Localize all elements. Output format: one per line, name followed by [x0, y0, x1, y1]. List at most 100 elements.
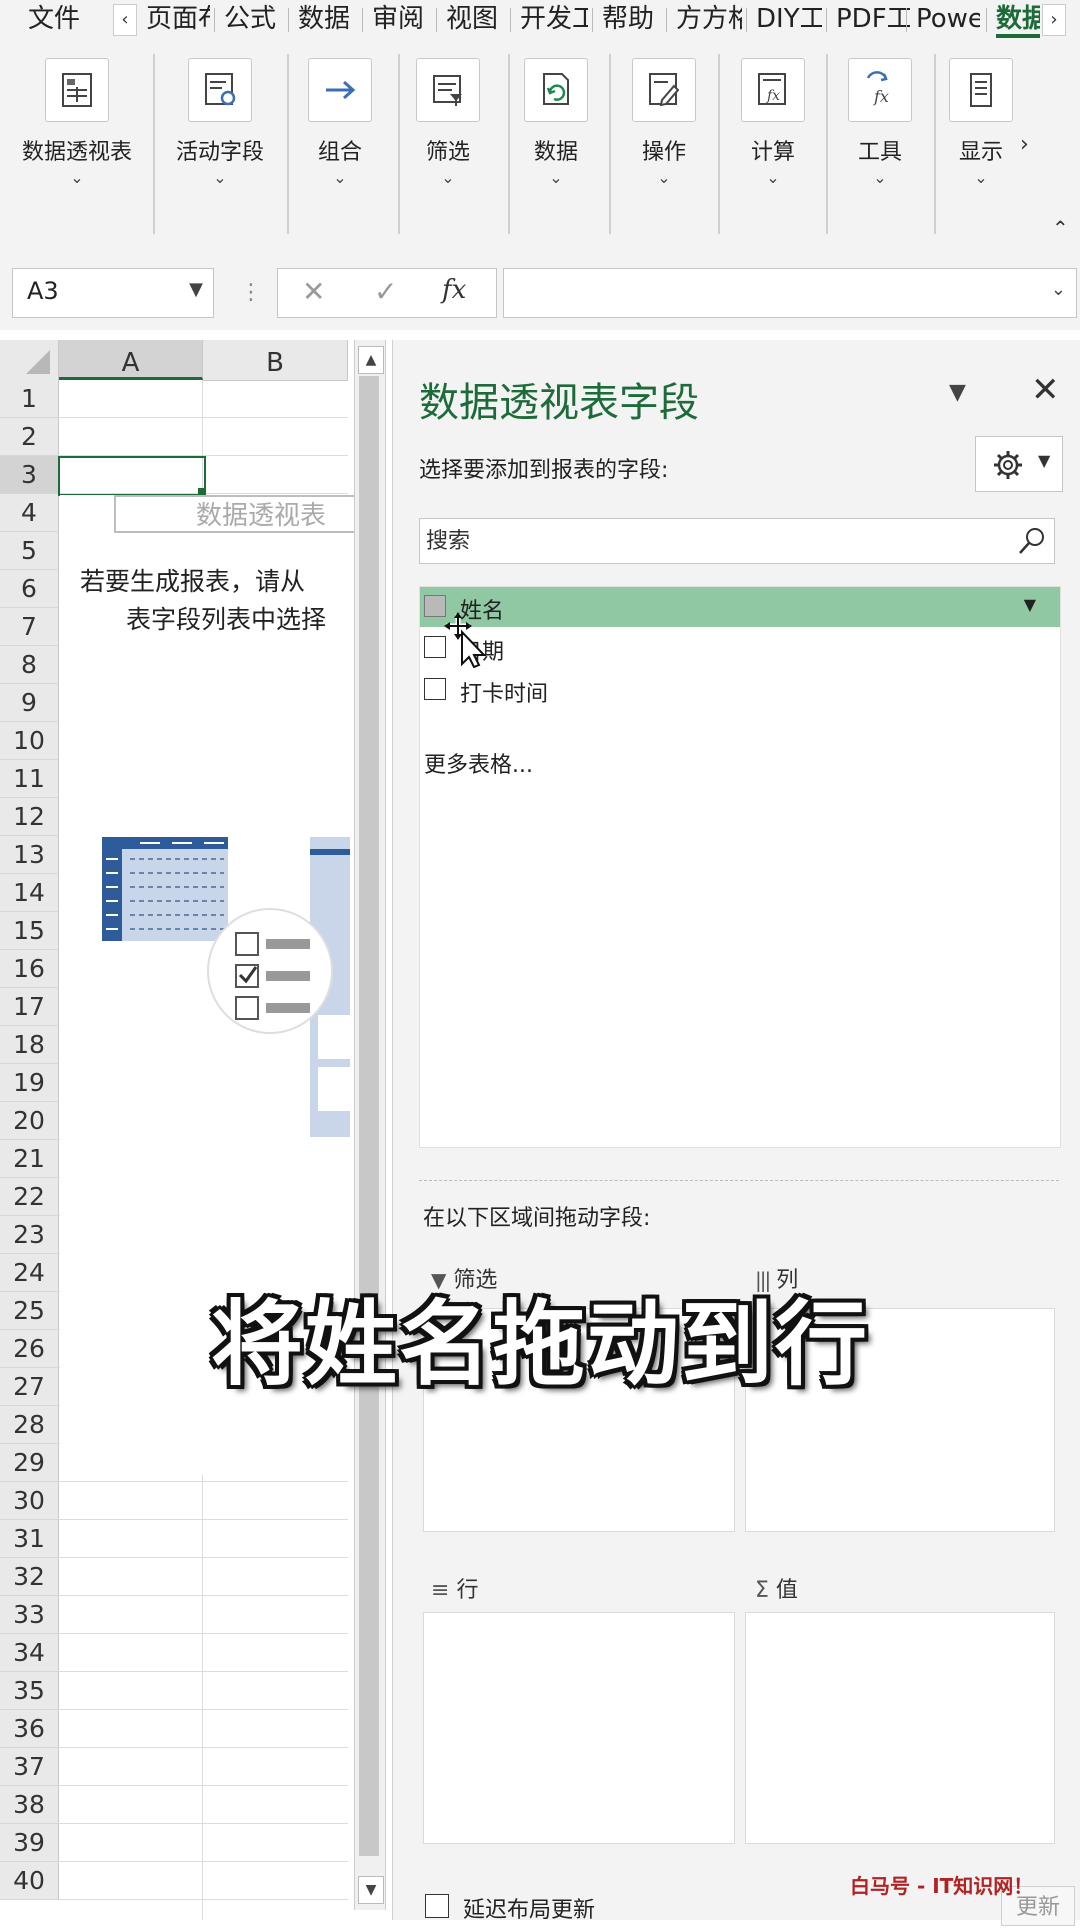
search-icon[interactable] — [1016, 525, 1048, 557]
ribbon-scroll-right-icon[interactable]: › — [1020, 132, 1029, 157]
fill-handle[interactable] — [198, 488, 205, 495]
row-header-13[interactable]: 13 — [0, 836, 59, 874]
tab-diy-tools[interactable]: DIY工 — [756, 0, 822, 38]
scroll-down-icon[interactable]: ▼ — [358, 1876, 384, 1904]
pane-options-caret-icon[interactable]: ▼ — [949, 380, 966, 405]
tab-formulas[interactable]: 公式 — [224, 0, 282, 38]
scroll-up-icon[interactable]: ▲ — [358, 346, 384, 374]
tab-scroll-left-icon[interactable]: ‹ — [113, 4, 137, 36]
tab-file[interactable]: 文件 — [28, 0, 88, 38]
row-header-8[interactable]: 8 — [0, 646, 59, 684]
row-header-35[interactable]: 35 — [0, 1672, 59, 1710]
field-checkbox[interactable] — [424, 678, 446, 700]
worksheet[interactable]: A B 1 2 3 4 5 6 7 8 9 10 11 12 13 14 15 16 17 18 19 20 21 22 2… — [0, 340, 364, 1920]
row-header-14[interactable]: 14 — [0, 874, 59, 912]
values-drop-zone[interactable] — [745, 1612, 1055, 1844]
row-header-12[interactable]: 12 — [0, 798, 59, 836]
formula-bar-splitter-icon[interactable]: ⋮ — [240, 280, 262, 305]
row-header-40[interactable]: 40 — [0, 1862, 59, 1900]
tab-pdf-tools[interactable]: PDF工 — [836, 0, 910, 38]
tools-button[interactable]: fx 工具 ⌄ — [825, 58, 935, 258]
row-header-18[interactable]: 18 — [0, 1026, 59, 1064]
actions-button[interactable]: 操作 ⌄ — [609, 58, 719, 258]
tab-fangfang[interactable]: 方方格 — [676, 0, 742, 38]
row-header-34[interactable]: 34 — [0, 1634, 59, 1672]
active-field-button[interactable]: 活动字段 ⌄ — [165, 58, 275, 258]
row-header-29[interactable]: 29 — [0, 1444, 59, 1482]
field-item-punch-time[interactable]: 打卡时间 — [420, 670, 1060, 710]
tab-scroll-right-icon[interactable]: › — [1042, 4, 1066, 36]
select-all-corner[interactable] — [0, 340, 59, 381]
search-input[interactable] — [424, 523, 988, 559]
row-header-30[interactable]: 30 — [0, 1482, 59, 1520]
data-button[interactable]: 数据 ⌄ — [501, 58, 611, 258]
tab-view[interactable]: 视图 — [446, 0, 504, 38]
row-header-4[interactable]: 4 — [0, 494, 59, 532]
row-header-38[interactable]: 38 — [0, 1786, 59, 1824]
group-label: 组合 — [317, 140, 362, 165]
row-header-36[interactable]: 36 — [0, 1710, 59, 1748]
chevron-down-icon[interactable]: ▼ — [189, 279, 203, 300]
row-header-33[interactable]: 33 — [0, 1596, 59, 1634]
column-header-a[interactable]: A — [59, 340, 203, 380]
tab-pivot-analyze[interactable]: 数据 — [996, 0, 1040, 38]
show-button[interactable]: 显示 ⌄ — [934, 58, 1028, 258]
tab-power[interactable]: Powe — [916, 0, 980, 38]
field-settings-button[interactable]: ▼ — [975, 436, 1063, 492]
tab-help[interactable]: 帮助 — [602, 0, 660, 38]
row-header-39[interactable]: 39 — [0, 1824, 59, 1862]
row-header-5[interactable]: 5 — [0, 532, 59, 570]
tab-page-layout[interactable]: 页面布 — [146, 0, 210, 38]
row-header-28[interactable]: 28 — [0, 1406, 59, 1444]
row-header-16[interactable]: 16 — [0, 950, 59, 988]
defer-update-checkbox[interactable] — [425, 1894, 449, 1918]
pivottable-button[interactable]: 数据透视表 ⌄ — [22, 58, 132, 258]
close-icon[interactable]: ✕ — [1031, 370, 1060, 410]
tab-developer[interactable]: 开发工 — [520, 0, 588, 38]
row-header-15[interactable]: 15 — [0, 912, 59, 950]
row-header-6[interactable]: 6 — [0, 570, 59, 608]
scroll-thumb[interactable] — [359, 376, 379, 1856]
row-header-31[interactable]: 31 — [0, 1520, 59, 1558]
row-header-3[interactable]: 3 — [0, 456, 59, 494]
row-header-32[interactable]: 32 — [0, 1558, 59, 1596]
actions-icon — [632, 58, 696, 122]
filter-button[interactable]: 筛选 ⌄ — [393, 58, 503, 258]
field-checkbox[interactable] — [424, 595, 446, 617]
row-header-20[interactable]: 20 — [0, 1102, 59, 1140]
row-header-2[interactable]: 2 — [0, 418, 59, 456]
row-header-22[interactable]: 22 — [0, 1178, 59, 1216]
field-checkbox[interactable] — [424, 636, 446, 658]
insert-function-icon[interactable]: fx — [442, 275, 466, 305]
field-dropdown-icon[interactable]: ▼ — [1024, 595, 1036, 614]
tab-review[interactable]: 审阅 — [372, 0, 430, 38]
active-cell-a3[interactable] — [58, 456, 206, 496]
name-box[interactable]: A3 ▼ — [12, 268, 214, 318]
cancel-icon[interactable]: ✕ — [302, 275, 325, 308]
confirm-icon[interactable]: ✓ — [374, 275, 397, 308]
row-header-7[interactable]: 7 — [0, 608, 59, 646]
column-header-b[interactable]: B — [203, 340, 348, 381]
row-header-19[interactable]: 19 — [0, 1064, 59, 1102]
row-header-17[interactable]: 17 — [0, 988, 59, 1026]
pivot-placeholder-title: 数据透视表 — [114, 495, 364, 533]
formula-input[interactable]: ⌄ — [503, 268, 1077, 318]
row-header-10[interactable]: 10 — [0, 722, 59, 760]
rows-drop-zone[interactable] — [423, 1612, 735, 1844]
collapse-ribbon-icon[interactable]: ⌃ — [1052, 216, 1069, 240]
chevron-down-icon[interactable]: ⌄ — [1051, 279, 1066, 300]
row-header-9[interactable]: 9 — [0, 684, 59, 722]
field-item-date[interactable]: 日期 — [420, 628, 1060, 668]
row-header-11[interactable]: 11 — [0, 760, 59, 798]
row-header-21[interactable]: 21 — [0, 1140, 59, 1178]
vertical-scrollbar[interactable]: ▲ ▼ — [354, 340, 386, 1910]
row-header-1[interactable]: 1 — [0, 380, 59, 418]
row-header-23[interactable]: 23 — [0, 1216, 59, 1254]
group-button[interactable]: 组合 ⌄ — [285, 58, 395, 258]
field-search[interactable] — [419, 518, 1055, 564]
tab-data[interactable]: 数据 — [298, 0, 356, 38]
row-header-37[interactable]: 37 — [0, 1748, 59, 1786]
calculations-button[interactable]: fx 计算 ⌄ — [718, 58, 828, 258]
more-tables-link[interactable]: 更多表格... — [424, 747, 533, 779]
field-item-name[interactable]: 姓名 ▼ — [420, 587, 1060, 627]
